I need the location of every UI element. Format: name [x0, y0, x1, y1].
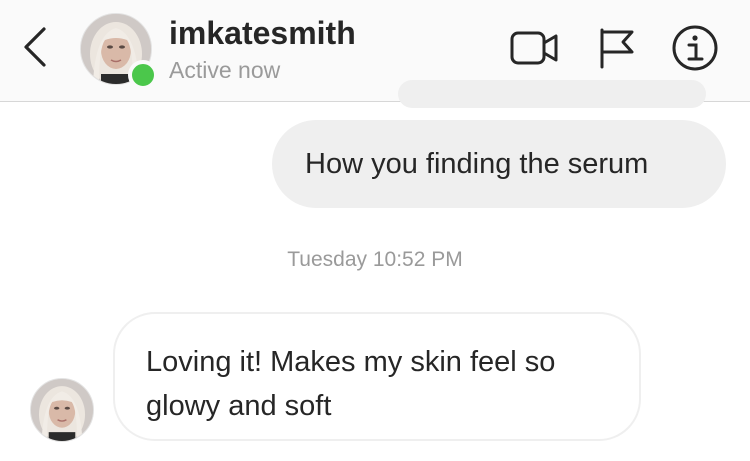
sender-avatar[interactable] — [30, 378, 94, 442]
back-button[interactable] — [18, 24, 52, 70]
active-status: Active now — [169, 57, 281, 83]
video-call-button[interactable] — [508, 24, 562, 72]
info-button[interactable] — [668, 24, 722, 72]
report-button[interactable] — [596, 24, 638, 72]
chat-screen: imkatesmith Active now How you finding t… — [0, 0, 750, 461]
header-avatar[interactable] — [80, 13, 158, 90]
flag-icon — [600, 28, 634, 69]
incoming-message-text: Loving it! Makes my skin feel so glowy a… — [146, 346, 556, 422]
chat-username[interactable]: imkatesmith — [169, 14, 356, 52]
info-icon — [672, 25, 718, 71]
video-camera-icon — [510, 31, 558, 65]
chevron-left-icon — [24, 27, 46, 67]
message-timestamp: Tuesday 10:52 PM — [287, 248, 463, 271]
outgoing-message-text: How you finding the serum — [305, 147, 649, 180]
online-status-dot — [128, 60, 158, 90]
outgoing-message-bubble[interactable]: How you finding the serum — [272, 120, 726, 208]
incoming-message-bubble[interactable]: Loving it! Makes my skin feel so glowy a… — [113, 312, 641, 441]
previous-message-bubble — [398, 80, 706, 108]
